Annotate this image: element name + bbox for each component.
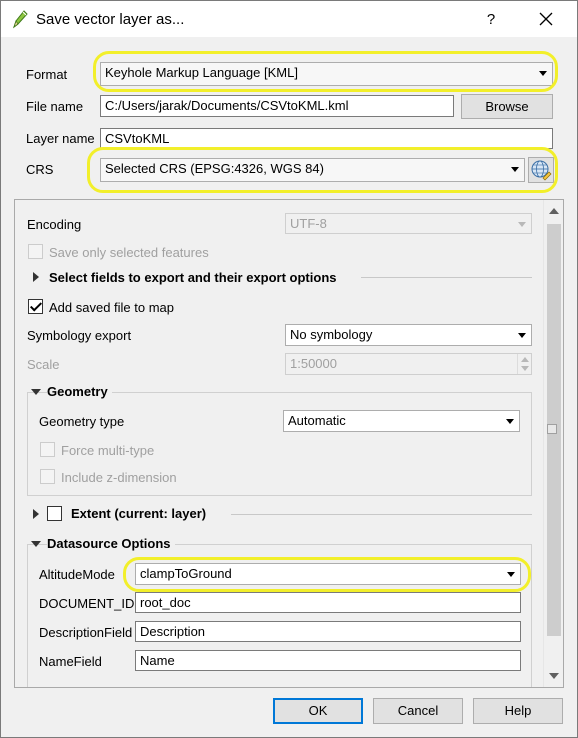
- vertical-scrollbar[interactable]: [543, 200, 563, 687]
- scale-spinbox[interactable]: 1:50000: [285, 353, 532, 375]
- collapse-arrow-icon[interactable]: [31, 541, 41, 547]
- collapse-arrow-icon[interactable]: [31, 389, 41, 395]
- encoding-combobox[interactable]: UTF-8: [285, 213, 532, 234]
- spin-buttons[interactable]: [517, 354, 531, 374]
- document-id-label: DOCUMENT_ID: [39, 596, 135, 611]
- save-selected-label: Save only selected features: [49, 245, 209, 260]
- add-to-map-label: Add saved file to map: [49, 300, 175, 315]
- help-title-button[interactable]: ?: [479, 9, 503, 31]
- extent-checkbox[interactable]: [47, 506, 62, 521]
- ok-button[interactable]: OK: [273, 698, 363, 724]
- include-z-checkbox[interactable]: [40, 469, 55, 484]
- add-to-map-checkbox[interactable]: [28, 299, 43, 314]
- geometry-type-combobox[interactable]: Automatic: [283, 410, 520, 432]
- encoding-label: Encoding: [27, 217, 82, 232]
- close-icon[interactable]: [531, 7, 561, 33]
- options-scroll-area: Encoding UTF-8 Save only selected featur…: [14, 199, 564, 688]
- datasource-section-title[interactable]: Datasource Options: [47, 536, 175, 551]
- name-field-input[interactable]: Name: [135, 650, 521, 671]
- name-field-label: NameField: [39, 654, 102, 669]
- cancel-button[interactable]: Cancel: [373, 698, 463, 724]
- crs-value: Selected CRS (EPSG:4326, WGS 84): [105, 161, 324, 176]
- force-multi-label: Force multi-type: [61, 443, 155, 458]
- altitude-mode-value: clampToGround: [140, 566, 232, 581]
- qgis-pencil-icon: [13, 10, 28, 29]
- section-divider: [361, 277, 532, 278]
- crs-label: CRS: [26, 162, 54, 177]
- description-field-input[interactable]: Description: [135, 621, 521, 642]
- expand-arrow-icon[interactable]: [33, 272, 39, 282]
- layer-name-field[interactable]: CSVtoKML: [100, 128, 553, 149]
- scroll-down-icon[interactable]: [549, 673, 559, 679]
- geometry-type-label: Geometry type: [39, 414, 125, 429]
- chevron-down-icon: [518, 333, 526, 338]
- chevron-down-icon: [507, 572, 515, 577]
- extent-section-title[interactable]: Extent (current: layer): [71, 506, 206, 521]
- format-label: Format: [26, 67, 68, 82]
- browse-button[interactable]: Browse: [461, 94, 553, 119]
- globe-crs-icon: [531, 160, 552, 181]
- layer-name-label: Layer name: [26, 131, 95, 146]
- save-selected-checkbox[interactable]: [28, 244, 43, 259]
- scrollbar-grip-icon: [547, 424, 557, 434]
- geometry-section-title[interactable]: Geometry: [47, 384, 112, 399]
- file-name-field[interactable]: C:/Users/jarak/Documents/CSVtoKML.kml: [100, 95, 454, 117]
- crs-select-button[interactable]: [528, 157, 554, 183]
- encoding-value: UTF-8: [290, 216, 327, 231]
- title-bar: Save vector layer as... ?: [1, 1, 577, 37]
- description-field-label: DescriptionField: [39, 625, 133, 640]
- chevron-down-icon: [539, 71, 547, 76]
- format-value: Keyhole Markup Language [KML]: [105, 65, 298, 80]
- chevron-down-icon: [511, 167, 519, 172]
- section-divider: [231, 514, 532, 515]
- save-vector-layer-dialog: Save vector layer as... ? Format Keyhole…: [0, 0, 578, 738]
- format-combobox[interactable]: Keyhole Markup Language [KML]: [100, 62, 553, 86]
- help-button[interactable]: Help: [473, 698, 563, 724]
- expand-arrow-icon[interactable]: [33, 509, 39, 519]
- select-fields-section[interactable]: Select fields to export and their export…: [49, 270, 337, 285]
- scale-label: Scale: [27, 357, 60, 372]
- force-multi-checkbox[interactable]: [40, 442, 55, 457]
- altitude-mode-label: AltitudeMode: [39, 567, 115, 582]
- scroll-up-icon[interactable]: [549, 208, 559, 214]
- geometry-type-value: Automatic: [288, 413, 346, 428]
- scale-value: 1:50000: [290, 356, 337, 371]
- symbology-label: Symbology export: [27, 328, 132, 343]
- symbology-combobox[interactable]: No symbology: [285, 324, 532, 346]
- include-z-label: Include z-dimension: [61, 470, 177, 485]
- chevron-down-icon: [518, 222, 526, 227]
- altitude-mode-combobox[interactable]: clampToGround: [135, 563, 521, 585]
- crs-combobox[interactable]: Selected CRS (EPSG:4326, WGS 84): [100, 158, 525, 182]
- file-name-label: File name: [26, 99, 84, 114]
- chevron-down-icon: [506, 419, 514, 424]
- symbology-value: No symbology: [290, 327, 373, 342]
- window-title: Save vector layer as...: [36, 11, 185, 28]
- document-id-field[interactable]: root_doc: [135, 592, 521, 613]
